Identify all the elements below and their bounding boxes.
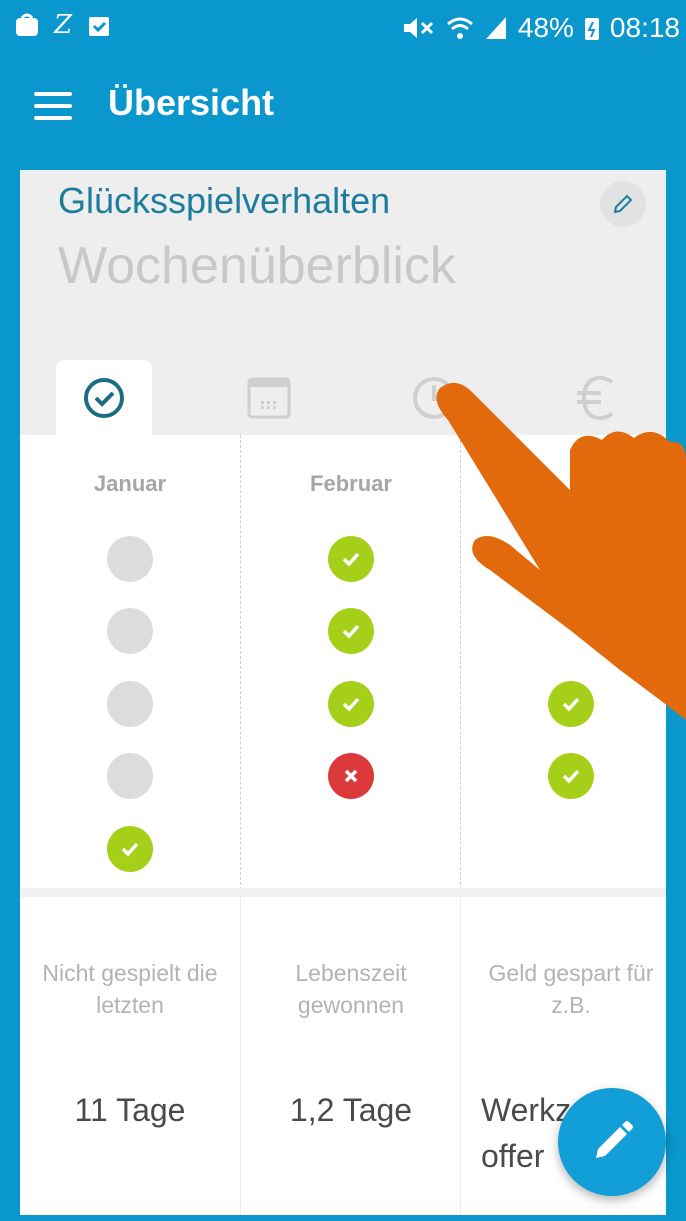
cross-icon [344, 769, 358, 783]
stat-not-played: Nicht gespielt die letzten 11 Tage [20, 897, 240, 1215]
tab-calendar[interactable] [221, 360, 317, 435]
week-dot-ok[interactable] [328, 536, 374, 582]
card-title: Glücksspielverhalten [58, 180, 391, 221]
stat-label: Lebenszeit gewonnen [295, 960, 407, 1018]
battery-icon [584, 18, 599, 40]
edit-header-button[interactable] [600, 181, 646, 227]
pencil-icon [596, 1121, 633, 1158]
week-dot-bad[interactable] [328, 753, 374, 799]
check-icon [121, 842, 139, 857]
stat-lifetime: Lebenszeit gewonnen 1,2 Tage [240, 897, 461, 1215]
week-dot-ok[interactable] [328, 608, 374, 654]
pointing-hand-overlay [436, 382, 686, 720]
pencil-icon [613, 194, 633, 214]
app-bar: Übersicht [0, 56, 686, 156]
stat-label: Nicht gespielt die letzten [42, 960, 218, 1018]
stat-value: 1,2 Tage [289, 1092, 413, 1128]
check-circle-icon [84, 377, 124, 418]
stat-label: Geld gespart für z.B. [488, 960, 654, 1018]
wifi-icon [446, 17, 473, 39]
calendar-icon [247, 377, 291, 418]
week-dot-ok[interactable] [548, 753, 594, 799]
month-label: Januar [93, 471, 167, 496]
card-subtitle: Wochenüberblick [58, 237, 456, 295]
week-dot-ok[interactable] [328, 681, 374, 727]
check-icon [342, 697, 360, 712]
battery-percent: 48% [517, 12, 574, 43]
menu-icon[interactable] [34, 92, 72, 120]
week-dot-empty[interactable] [107, 608, 153, 654]
clipboard-icon [89, 17, 110, 36]
month-column: Januar [20, 435, 240, 890]
tab-check[interactable] [56, 360, 152, 435]
bag-icon [16, 13, 38, 36]
check-icon [342, 552, 360, 567]
stat-value: 11 Tage [74, 1092, 186, 1128]
section-divider [20, 888, 666, 897]
week-dot-empty[interactable] [107, 753, 153, 799]
status-bar: Z 48% 08:18 [0, 0, 686, 56]
zedge-icon: Z [54, 10, 73, 40]
week-dot-empty[interactable] [107, 536, 153, 582]
mute-icon [403, 18, 433, 38]
app-title: Übersicht [108, 82, 275, 123]
week-dot-ok[interactable] [107, 826, 153, 872]
check-icon [342, 624, 360, 639]
clock-time: 08:18 [609, 12, 680, 43]
week-dot-empty[interactable] [107, 681, 153, 727]
check-icon [562, 769, 580, 784]
signal-icon [485, 17, 506, 39]
add-entry-fab[interactable] [558, 1088, 666, 1196]
